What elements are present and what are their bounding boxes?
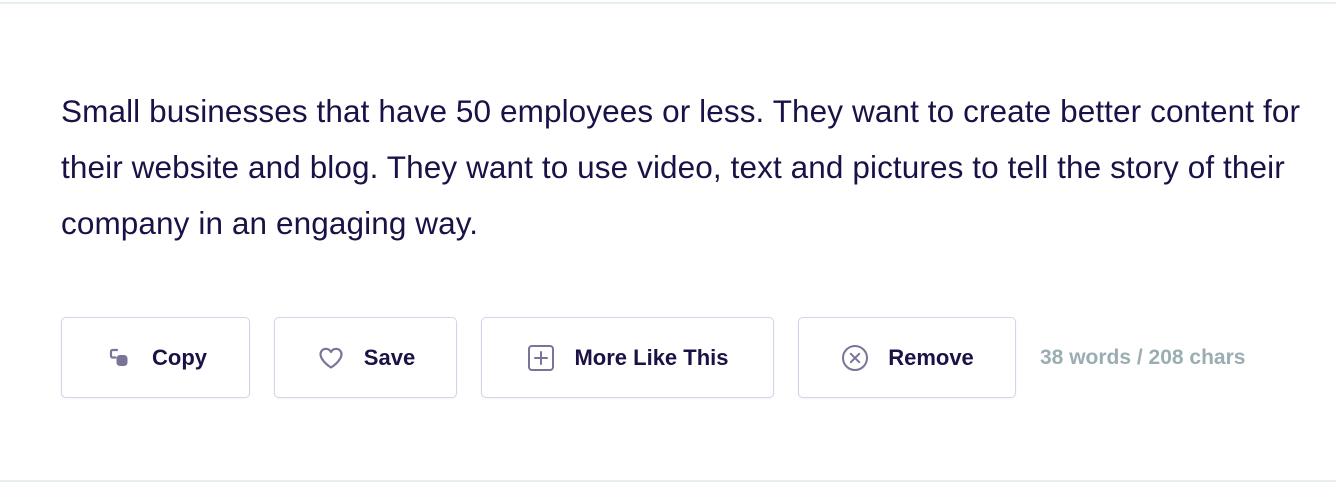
- save-button[interactable]: Save: [274, 317, 457, 398]
- remove-button[interactable]: Remove: [798, 317, 1016, 398]
- plus-square-icon: [526, 343, 556, 373]
- remove-label: Remove: [888, 344, 974, 370]
- bottom-divider: [0, 480, 1336, 482]
- more-like-this-label: More Like This: [574, 344, 729, 370]
- action-bar: Copy Save More Like This Remove 38 words…: [61, 317, 1245, 398]
- copy-button[interactable]: Copy: [61, 317, 250, 398]
- copy-icon: [104, 343, 134, 373]
- x-circle-icon: [840, 343, 870, 373]
- save-label: Save: [363, 344, 416, 370]
- more-like-this-button[interactable]: More Like This: [481, 317, 774, 398]
- copy-label: Copy: [152, 344, 207, 370]
- heart-icon: [316, 343, 346, 373]
- top-divider: [0, 2, 1336, 4]
- word-char-count: 38 words / 208 chars: [1040, 345, 1246, 369]
- generated-text: Small businesses that have 50 employees …: [61, 93, 1301, 241]
